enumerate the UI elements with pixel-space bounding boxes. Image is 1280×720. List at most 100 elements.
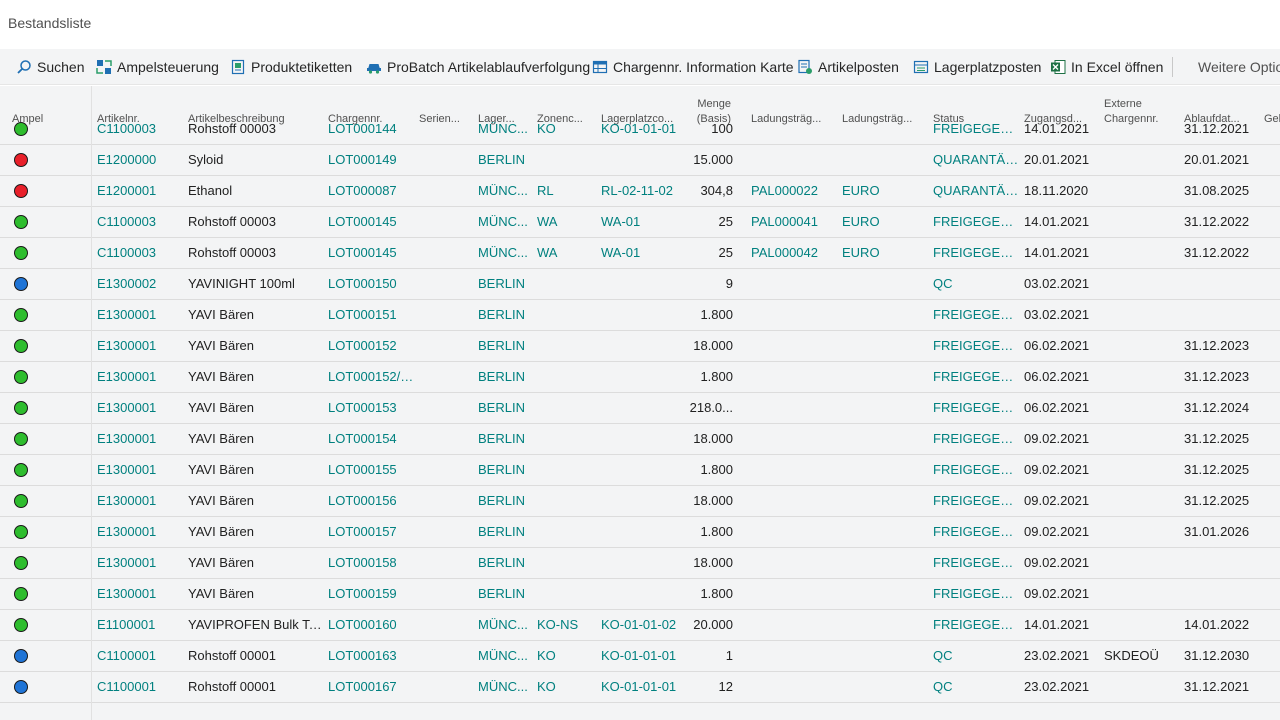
cell-ladung2[interactable] — [842, 331, 928, 361]
cell-lager[interactable]: BERLIN — [478, 269, 532, 299]
cell-ladung2[interactable] — [842, 145, 928, 175]
cell-ladung1[interactable] — [751, 393, 837, 423]
cell-chargennr[interactable]: LOT000152 — [328, 331, 414, 361]
cell-artikelnr[interactable]: E1300001 — [97, 455, 181, 485]
table-row[interactable]: E1100001 YAVIPROFEN Bulk Tabl... LOT000160… — [0, 610, 1280, 641]
cell-zone[interactable] — [537, 424, 597, 454]
cell-chargennr[interactable]: LOT000158 — [328, 548, 414, 578]
cell-ladung2[interactable] — [842, 362, 928, 392]
cell-zone[interactable]: WA — [537, 238, 597, 268]
cell-artikelnr[interactable]: E1300001 — [97, 362, 181, 392]
table-row[interactable]: C1100003 Rohstoff 00003 LOT000144 MÜNC... KO… — [0, 114, 1280, 145]
cell-status[interactable]: QC — [933, 269, 1020, 299]
search-button[interactable]: Suchen — [16, 49, 84, 84]
cell-ladung2[interactable] — [842, 486, 928, 516]
produktetiketten-button[interactable]: Produktetiketten — [230, 49, 352, 84]
cell-status[interactable]: FREIGEGEBEN — [933, 610, 1020, 640]
cell-ladung2[interactable] — [842, 424, 928, 454]
cell-ladung1[interactable] — [751, 641, 837, 671]
cell-serien[interactable] — [419, 362, 474, 392]
cell-ladung2[interactable] — [842, 114, 928, 144]
cell-chargennr[interactable]: LOT000149 — [328, 145, 414, 175]
cell-status[interactable]: FREIGEGEBEN — [933, 114, 1020, 144]
table-row[interactable]: E1300001 YAVI Bären LOT000159 BERLIN 1.800 FR… — [0, 579, 1280, 610]
more-options-button[interactable]: Weitere Optionen — [1198, 49, 1280, 84]
cell-status[interactable]: FREIGEGEBEN — [933, 238, 1020, 268]
cell-artikelnr[interactable]: E1200001 — [97, 176, 181, 206]
cell-lager[interactable]: MÜNC... — [478, 238, 532, 268]
table-row[interactable]: E1300002 YAVINIGHT 100ml LOT000150 BERLIN 9 Q… — [0, 269, 1280, 300]
cell-status[interactable]: FREIGEGEBEN — [933, 300, 1020, 330]
cell-status[interactable]: FREIGEGEBEN — [933, 455, 1020, 485]
cell-ladung2[interactable] — [842, 300, 928, 330]
cell-ladung1[interactable] — [751, 114, 837, 144]
ampelsteuerung-button[interactable]: Ampelsteuerung — [96, 49, 219, 84]
cell-artikelnr[interactable]: C1100001 — [97, 672, 181, 702]
cell-ladung2[interactable] — [842, 269, 928, 299]
cell-artikelnr[interactable]: E1300001 — [97, 486, 181, 516]
cell-artikelnr[interactable]: E1100001 — [97, 610, 181, 640]
cell-chargennr[interactable]: LOT000087 — [328, 176, 414, 206]
table-row[interactable]: E1300001 YAVI Bären LOT000152 BERLIN 18.000 F… — [0, 331, 1280, 362]
cell-serien[interactable] — [419, 672, 474, 702]
table-row[interactable]: C1100003 Rohstoff 00003 LOT000145 MÜNC... WA… — [0, 207, 1280, 238]
cell-ladung1[interactable] — [751, 486, 837, 516]
cell-lager[interactable]: MÜNC... — [478, 176, 532, 206]
cell-lager[interactable]: BERLIN — [478, 517, 532, 547]
cell-serien[interactable] — [419, 548, 474, 578]
cell-artikelnr[interactable]: E1300001 — [97, 424, 181, 454]
cell-ladung1[interactable] — [751, 269, 837, 299]
cell-chargennr[interactable]: LOT000155 — [328, 455, 414, 485]
cell-lagerplatz[interactable] — [601, 517, 677, 547]
cell-lagerplatz[interactable]: RL-02-11-02 — [601, 176, 677, 206]
cell-status[interactable]: QC — [933, 641, 1020, 671]
cell-lagerplatz[interactable]: WA-01 — [601, 238, 677, 268]
table-row[interactable]: E1300001 YAVI Bären LOT000152/0... BERLIN 1.… — [0, 362, 1280, 393]
cell-lagerplatz[interactable] — [601, 579, 677, 609]
cell-artikelnr[interactable]: C1100003 — [97, 114, 181, 144]
table-row[interactable]: E1300001 YAVI Bären LOT000151 BERLIN 1.800 FR… — [0, 300, 1280, 331]
cell-ladung1[interactable] — [751, 331, 837, 361]
cell-chargennr[interactable]: LOT000145 — [328, 238, 414, 268]
cell-serien[interactable] — [419, 517, 474, 547]
cell-artikelnr[interactable]: C1100001 — [97, 641, 181, 671]
table-row[interactable]: C1100001 Rohstoff 00001 LOT000163 MÜNC... KO… — [0, 641, 1280, 672]
cell-chargennr[interactable]: LOT000163 — [328, 641, 414, 671]
cell-serien[interactable] — [419, 455, 474, 485]
cell-ladung1[interactable] — [751, 517, 837, 547]
cell-ladung2[interactable]: EURO — [842, 207, 928, 237]
cell-lager[interactable]: BERLIN — [478, 579, 532, 609]
cell-chargennr[interactable]: LOT000157 — [328, 517, 414, 547]
cell-ladung1[interactable]: PAL000022 — [751, 176, 837, 206]
cell-zone[interactable] — [537, 269, 597, 299]
cell-artikelnr[interactable]: E1300001 — [97, 517, 181, 547]
cell-zone[interactable]: WA — [537, 207, 597, 237]
artikelposten-button[interactable]: Artikelposten — [797, 49, 899, 84]
cell-zone[interactable] — [537, 517, 597, 547]
cell-ladung2[interactable] — [842, 548, 928, 578]
cell-artikelnr[interactable]: E1200000 — [97, 145, 181, 175]
cell-chargennr[interactable]: LOT000144 — [328, 114, 414, 144]
cell-ladung1[interactable] — [751, 145, 837, 175]
table-row[interactable]: C1100001 Rohstoff 00001 LOT000167 MÜNC... KO… — [0, 672, 1280, 703]
cell-ladung1[interactable] — [751, 424, 837, 454]
cell-zone[interactable] — [537, 455, 597, 485]
cell-lager[interactable]: BERLIN — [478, 455, 532, 485]
cell-ladung1[interactable] — [751, 672, 837, 702]
cell-serien[interactable] — [419, 393, 474, 423]
cell-lagerplatz[interactable]: WA-01 — [601, 207, 677, 237]
cell-chargennr[interactable]: LOT000160 — [328, 610, 414, 640]
cell-status[interactable]: FREIGEGEBEN — [933, 424, 1020, 454]
cell-ladung2[interactable] — [842, 641, 928, 671]
cell-artikelnr[interactable]: E1300001 — [97, 393, 181, 423]
cell-lagerplatz[interactable] — [601, 455, 677, 485]
cell-lager[interactable]: BERLIN — [478, 393, 532, 423]
table-row[interactable]: C1100003 Rohstoff 00003 LOT000145 MÜNC... WA… — [0, 238, 1280, 269]
cell-lagerplatz[interactable] — [601, 424, 677, 454]
cell-zone[interactable] — [537, 331, 597, 361]
cell-zone[interactable] — [537, 393, 597, 423]
cell-serien[interactable] — [419, 207, 474, 237]
cell-lager[interactable]: MÜNC... — [478, 672, 532, 702]
cell-serien[interactable] — [419, 331, 474, 361]
cell-lagerplatz[interactable] — [601, 269, 677, 299]
